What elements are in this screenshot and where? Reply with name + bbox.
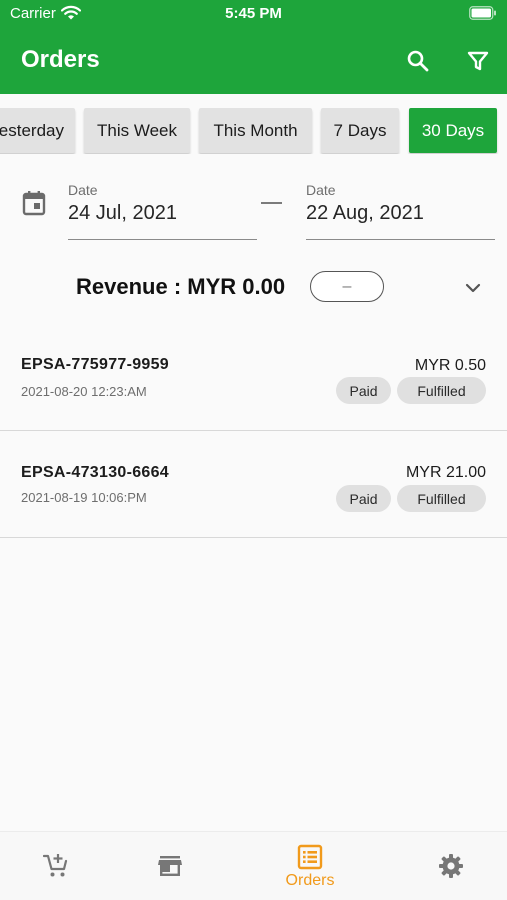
end-date-value: 22 Aug, 2021: [306, 202, 424, 224]
date-range-separator: [261, 202, 282, 204]
nav-settings[interactable]: [424, 832, 478, 900]
order-row[interactable]: EPSA-775977-9959 2021-08-20 12:23:AM MYR…: [0, 323, 507, 430]
end-date-label: Date: [306, 182, 336, 198]
date-filter-chips: Yesterday This Week This Month 7 Days 30…: [0, 108, 507, 154]
fulfillment-status-badge: Fulfilled: [397, 485, 486, 512]
chip-yesterday[interactable]: Yesterday: [0, 108, 75, 153]
order-datetime: 2021-08-20 12:23:AM: [21, 384, 147, 399]
filter-icon: [467, 51, 489, 71]
filter-button[interactable]: [459, 42, 497, 80]
start-date-field[interactable]: Date 24 Jul, 2021: [68, 182, 257, 240]
battery-icon: [469, 6, 496, 20]
status-bar: Carrier 5:45 PM: [0, 0, 507, 28]
start-date-value: 24 Jul, 2021: [68, 202, 177, 224]
nav-orders-label: Orders: [285, 872, 335, 889]
calendar-icon[interactable]: [22, 190, 46, 216]
search-button[interactable]: [399, 42, 437, 80]
nav-add-to-cart[interactable]: [29, 832, 83, 900]
expand-summary-button[interactable]: [460, 275, 486, 301]
order-id: EPSA-473130-6664: [21, 464, 170, 481]
status-time: 5:45 PM: [225, 5, 282, 22]
order-datetime: 2021-08-19 10:06:PM: [21, 490, 147, 505]
chip-this-month[interactable]: This Month: [199, 108, 312, 153]
settings-gear-icon: [439, 854, 463, 878]
revenue-visibility-toggle[interactable]: –: [310, 271, 384, 302]
revenue-total: Revenue : MYR 0.00: [76, 274, 286, 299]
order-amount: MYR 21.00: [405, 464, 486, 481]
chip-30-days[interactable]: 30 Days: [409, 108, 497, 153]
search-icon: [407, 50, 429, 72]
payment-status-badge: Paid: [336, 485, 391, 512]
nav-store[interactable]: [143, 832, 197, 900]
chip-this-week[interactable]: This Week: [84, 108, 190, 153]
revenue-toggle-symbol: –: [342, 277, 352, 295]
end-date-field[interactable]: Date 22 Aug, 2021: [306, 182, 495, 240]
chevron-down-icon: [465, 283, 481, 293]
orders-list-icon: [297, 844, 323, 870]
chip-7-days[interactable]: 7 Days: [321, 108, 399, 153]
fulfillment-status-badge: Fulfilled: [397, 377, 486, 404]
bottom-navigation: Orders: [0, 831, 507, 900]
add-cart-icon: [43, 854, 68, 877]
order-id: EPSA-775977-9959: [21, 356, 170, 373]
payment-status-badge: Paid: [336, 377, 391, 404]
start-date-label: Date: [68, 182, 98, 198]
order-amount: MYR 0.50: [414, 357, 486, 374]
page-title: Orders: [21, 46, 100, 73]
order-row[interactable]: EPSA-473130-6664 2021-08-19 10:06:PM MYR…: [0, 431, 507, 538]
app-bar: Orders: [0, 28, 507, 94]
nav-orders[interactable]: Orders: [270, 832, 350, 900]
store-icon: [158, 856, 182, 876]
list-divider: [0, 537, 507, 538]
